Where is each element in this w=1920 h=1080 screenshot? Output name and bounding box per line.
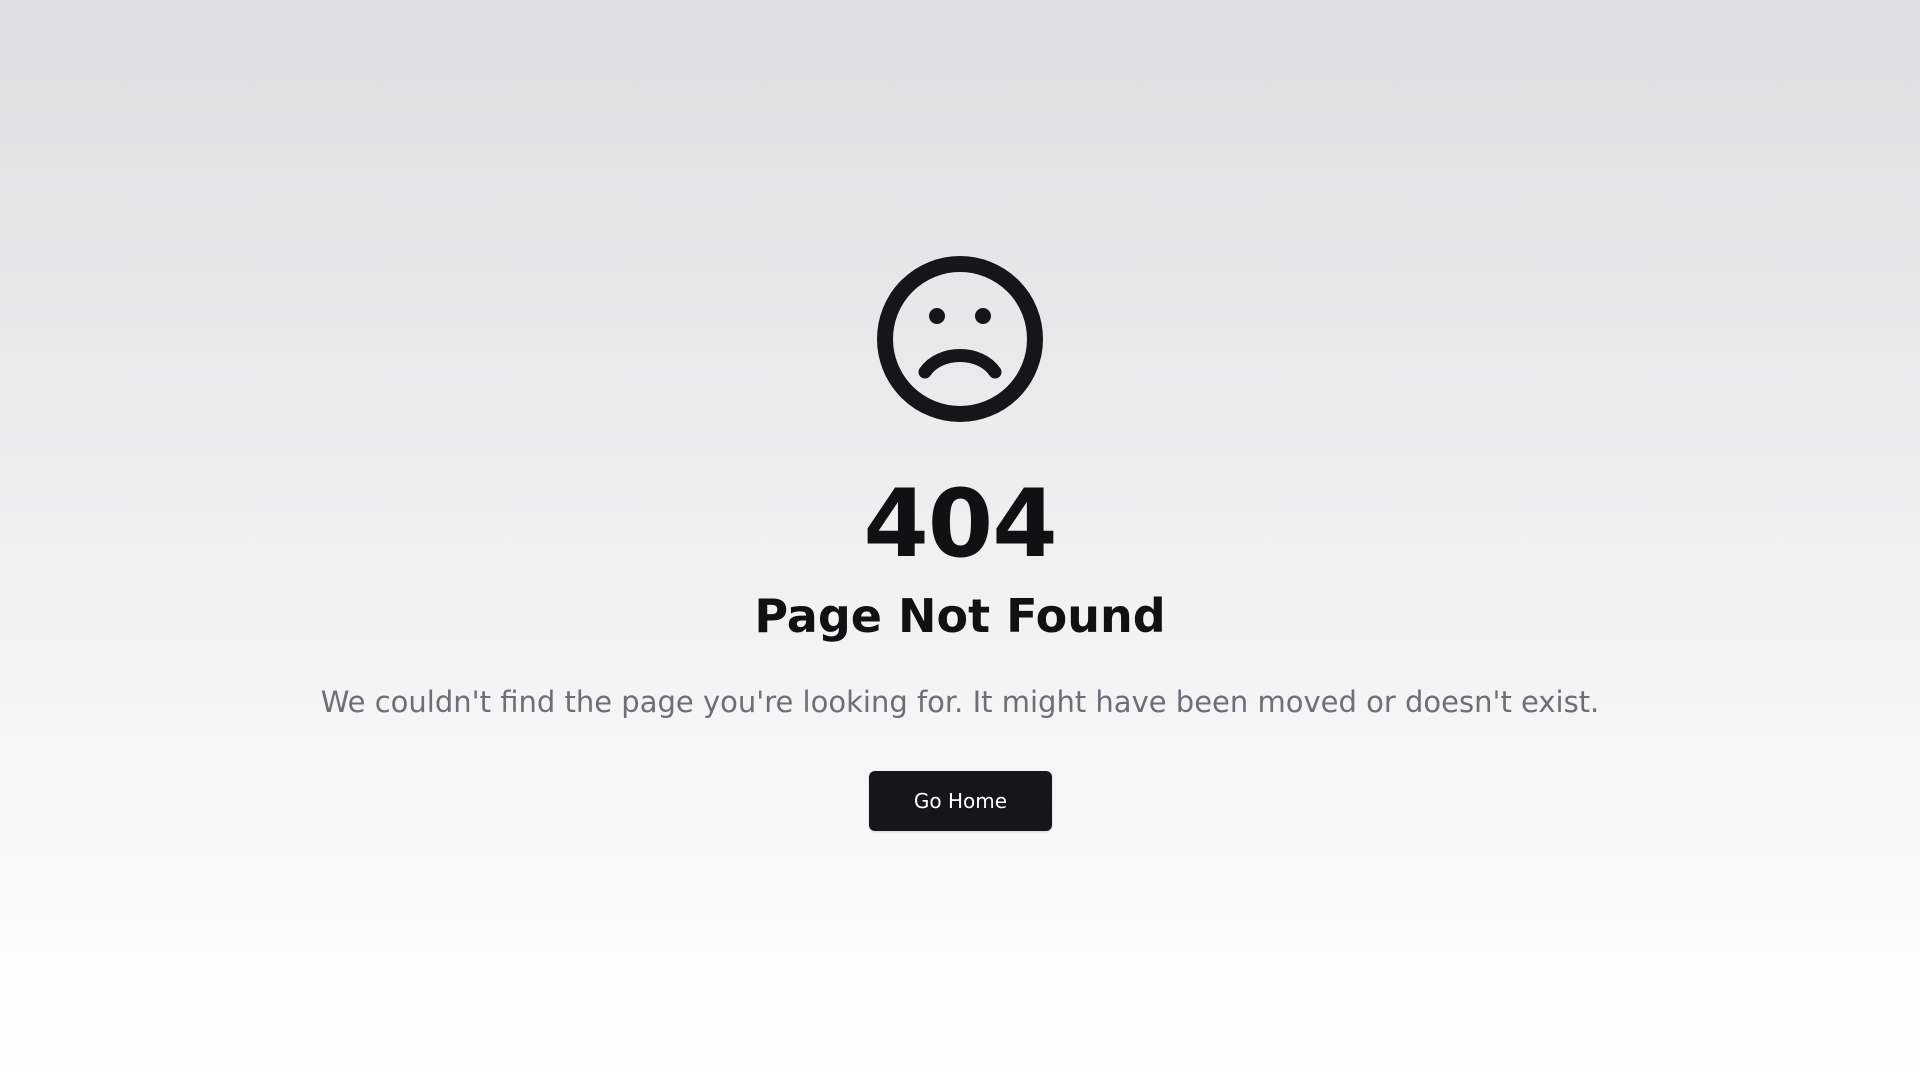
error-content: 404 Page Not Found We couldn't find the …	[0, 0, 1920, 1080]
sad-face-icon	[877, 256, 1043, 422]
error-title: Page Not Found	[754, 589, 1166, 643]
error-message: We couldn't find the page you're looking…	[320, 685, 1600, 719]
go-home-button[interactable]: Go Home	[869, 771, 1052, 831]
not-found-page: 404 Page Not Found We couldn't find the …	[0, 0, 1920, 1080]
error-code: 404	[863, 470, 1057, 579]
